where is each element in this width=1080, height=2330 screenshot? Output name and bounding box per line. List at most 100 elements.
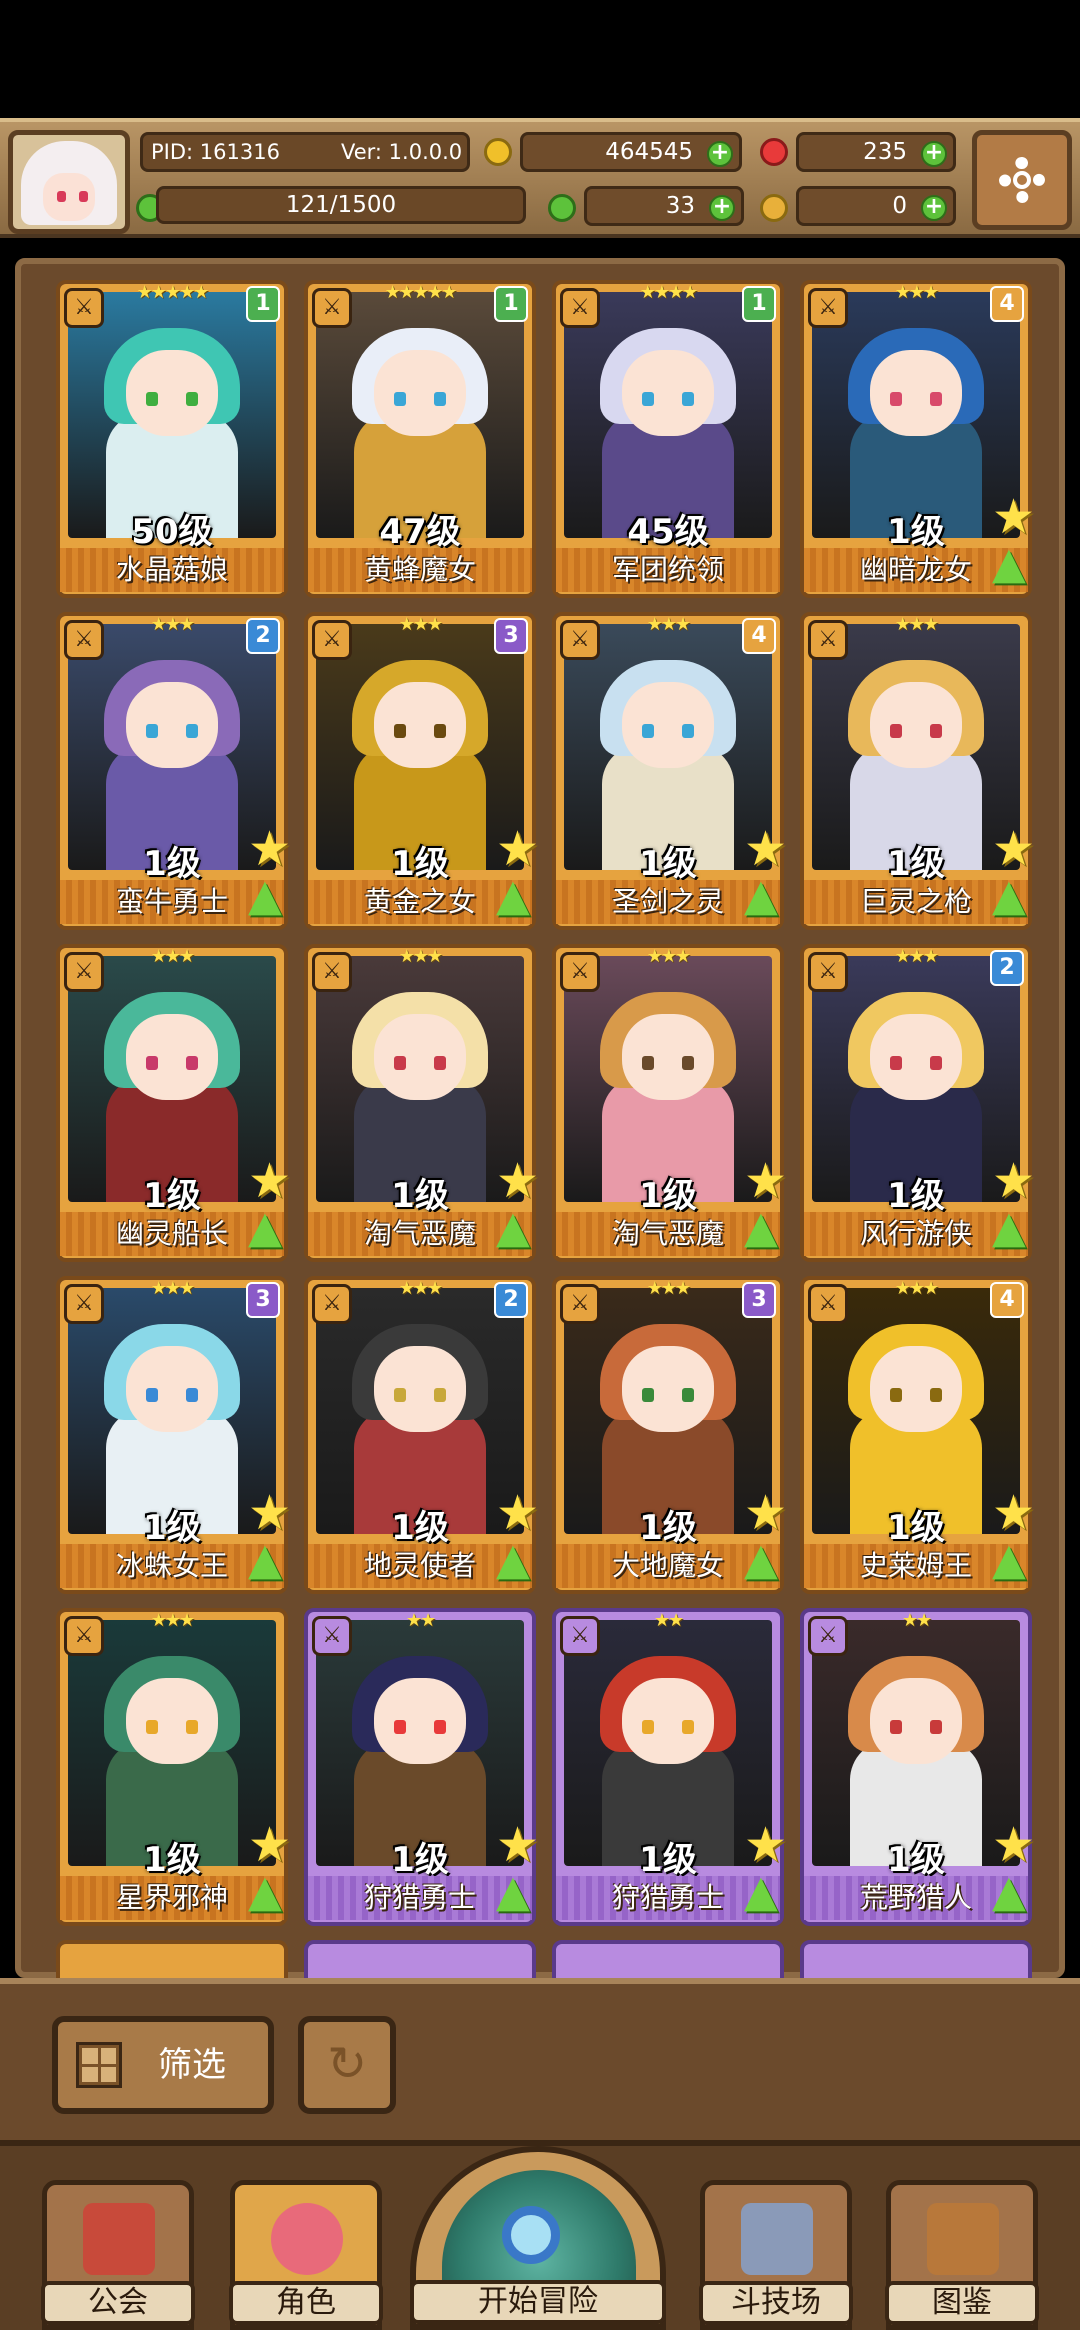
nav-character[interactable]: 角色	[229, 2180, 383, 2330]
level-up-arrow-icon: ▲	[496, 870, 530, 921]
character-card[interactable]: ⚔ ★★★★★ 1 47级 黄蜂魔女	[304, 280, 536, 598]
character-card-partial[interactable]	[800, 1940, 1032, 1982]
bottom-navigation: 公会 角色 开始冒险 斗技场 图鉴	[0, 2146, 1080, 2330]
character-portrait	[564, 956, 772, 1202]
character-portrait	[316, 1288, 524, 1534]
level-up-arrow-icon: ▲	[248, 1534, 282, 1585]
character-card-partial[interactable]	[552, 1940, 784, 1982]
character-card[interactable]: ⚔ ★★ 1级 荒野猎人 ★ ▲	[800, 1608, 1035, 1926]
energy-bar: 121/1500	[156, 186, 526, 224]
nav-arena-label: 斗技场	[699, 2281, 853, 2325]
star-upgrade-icon: ★	[248, 1485, 292, 1541]
nav-codex[interactable]: 图鉴	[885, 2180, 1039, 2330]
character-card[interactable]: ⚔ ★★★ 1级 幽灵船长 ★ ▲	[56, 944, 291, 1262]
clover-icon	[548, 194, 576, 222]
level-up-arrow-icon: ▲	[248, 1866, 282, 1917]
clover-amount: 33	[665, 193, 695, 219]
book-icon	[927, 2203, 999, 2275]
nav-character-label: 角色	[229, 2281, 383, 2325]
character-grid[interactable]: ⚔ ★★★★★ 1 50级 水晶菇娘 ⚔ ★★★★★ 1 47级 黄蜂魔女 ⚔ ★★★★ 1 45级 军团统…	[40, 272, 1050, 1982]
bread-counter: 0 +	[796, 186, 956, 226]
rarity-stars: ★★★	[398, 946, 443, 967]
star-upgrade-icon: ★	[992, 1817, 1036, 1873]
add-gold-button[interactable]: +	[707, 141, 733, 167]
star-upgrade-icon: ★	[744, 821, 788, 877]
rank-badge: 4	[742, 618, 776, 654]
star-upgrade-icon: ★	[744, 1817, 788, 1873]
character-card[interactable]: ⚔ ★★★ 2 1级 地灵使者 ★ ▲	[304, 1276, 539, 1594]
character-card[interactable]: ⚔ ★★ 1级 狩猎勇士 ★ ▲	[304, 1608, 539, 1926]
character-card-partial[interactable]	[304, 1940, 536, 1982]
star-upgrade-icon: ★	[992, 1153, 1036, 1209]
add-clover-button[interactable]: +	[709, 195, 735, 221]
avatar-eye	[79, 191, 88, 202]
character-card[interactable]: ⚔ ★★★★★ 1 50级 水晶菇娘	[56, 280, 288, 598]
level-up-arrow-icon: ▲	[496, 1534, 530, 1585]
character-portrait	[316, 956, 524, 1202]
star-upgrade-icon: ★	[992, 1485, 1036, 1541]
filter-button[interactable]: 筛选	[52, 2016, 274, 2114]
character-level: 47级	[379, 512, 461, 552]
star-upgrade-icon: ★	[496, 1817, 540, 1873]
rank-badge: 3	[742, 1282, 776, 1318]
character-portrait	[812, 956, 1020, 1202]
magnifier-icon	[502, 2206, 560, 2264]
character-card[interactable]: ⚔ ★★★ 4 1级 史莱姆王 ★ ▲	[800, 1276, 1035, 1594]
character-card[interactable]: ⚔ ★★★ 1级 淘气恶魔 ★ ▲	[304, 944, 539, 1262]
character-card[interactable]: ⚔ ★★★ 1级 淘气恶魔 ★ ▲	[552, 944, 787, 1262]
character-name: 黄蜂魔女	[308, 548, 532, 592]
level-up-arrow-icon: ▲	[992, 1866, 1026, 1917]
rank-badge: 1	[246, 286, 280, 322]
character-card-partial[interactable]	[56, 1940, 288, 1982]
character-name: 军团统领	[556, 548, 780, 592]
add-gems-button[interactable]: +	[921, 141, 947, 167]
character-card[interactable]: ⚔ ★★★ 1级 星界邪神 ★ ▲	[56, 1608, 291, 1926]
character-portrait	[812, 624, 1020, 870]
character-portrait	[812, 1288, 1020, 1534]
rarity-stars: ★★	[653, 1610, 684, 1631]
character-card[interactable]: ⚔ ★★★ 3 1级 黄金之女 ★ ▲	[304, 612, 539, 930]
refresh-icon: ↻	[326, 2036, 368, 2092]
character-level: 50级	[131, 512, 213, 552]
rank-badge: 4	[990, 286, 1024, 322]
character-card[interactable]: ⚔ ★★★ 1级 巨灵之枪 ★ ▲	[800, 612, 1035, 930]
character-portrait	[564, 1288, 772, 1534]
character-card[interactable]: ⚔ ★★★ 3 1级 冰蛛女王 ★ ▲	[56, 1276, 291, 1594]
character-card[interactable]: ⚔ ★★★ 4 1级 幽暗龙女 ★ ▲	[800, 280, 1035, 598]
rarity-stars: ★★★	[150, 1610, 195, 1631]
level-up-arrow-icon: ▲	[496, 1866, 530, 1917]
character-card[interactable]: ⚔ ★★★ 3 1级 大地魔女 ★ ▲	[552, 1276, 787, 1594]
rank-badge: 3	[246, 1282, 280, 1318]
refresh-button[interactable]: ↻	[298, 2016, 396, 2114]
grid-icon	[76, 2042, 122, 2088]
character-card[interactable]: ⚔ ★★★ 2 1级 风行游侠 ★ ▲	[800, 944, 1035, 1262]
player-avatar[interactable]	[8, 130, 130, 234]
level-up-arrow-icon: ▲	[248, 1202, 282, 1253]
crossed-swords-icon	[741, 2203, 813, 2275]
filter-bar: 筛选 ↻	[0, 1978, 1080, 2146]
avatar-eye	[57, 191, 66, 202]
star-upgrade-icon: ★	[744, 1153, 788, 1209]
level-up-arrow-icon: ▲	[248, 870, 282, 921]
star-upgrade-icon: ★	[744, 1485, 788, 1541]
nav-arena[interactable]: 斗技场	[699, 2180, 853, 2330]
player-id: PID: 161316	[151, 140, 280, 164]
filter-label: 筛选	[158, 2045, 226, 2085]
bread-amount: 0	[892, 193, 907, 219]
rarity-stars: ★★	[901, 1610, 932, 1631]
character-portrait	[564, 624, 772, 870]
level-up-arrow-icon: ▲	[744, 1866, 778, 1917]
rank-badge: 2	[494, 1282, 528, 1318]
character-card[interactable]: ⚔ ★★★ 4 1级 圣剑之灵 ★ ▲	[552, 612, 787, 930]
settings-button[interactable]	[972, 130, 1072, 230]
character-card[interactable]: ⚔ ★★★ 2 1级 蛮牛勇士 ★ ▲	[56, 612, 291, 930]
nav-guild[interactable]: 公会	[41, 2180, 195, 2330]
star-upgrade-icon: ★	[496, 1153, 540, 1209]
character-portrait	[68, 1288, 276, 1534]
character-name: 水晶菇娘	[60, 548, 284, 592]
add-bread-button[interactable]: +	[921, 195, 947, 221]
character-level: 45级	[627, 512, 709, 552]
character-card[interactable]: ⚔ ★★ 1级 狩猎勇士 ★ ▲	[552, 1608, 787, 1926]
character-card[interactable]: ⚔ ★★★★ 1 45级 军团统领	[552, 280, 784, 598]
nav-adventure[interactable]: 开始冒险	[410, 2146, 666, 2330]
